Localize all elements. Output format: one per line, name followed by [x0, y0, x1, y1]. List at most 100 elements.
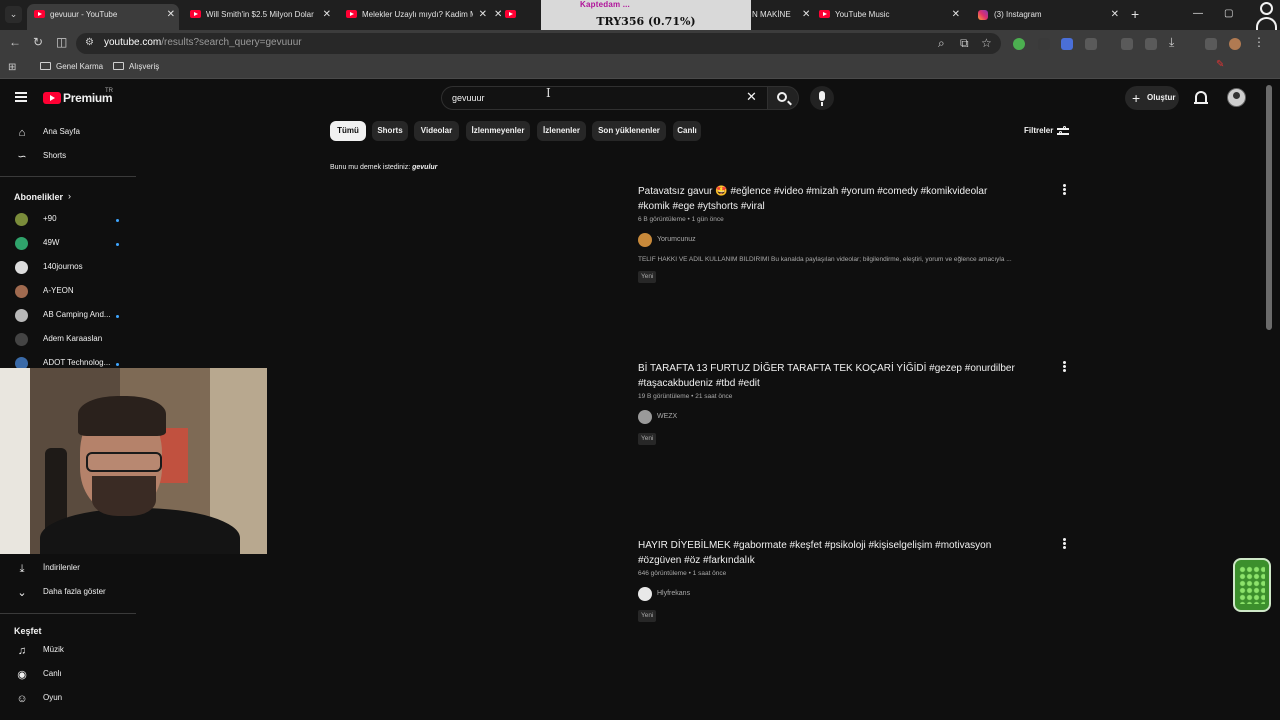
tab-title: gevuuur - YouTube	[50, 10, 118, 19]
tab-close-icon[interactable]: ✕	[494, 4, 502, 26]
bookmark-folder-genel-karma[interactable]: Genel Karma	[40, 62, 103, 71]
guide-menu-icon[interactable]	[15, 92, 27, 102]
sidebar-item-music[interactable]: ♫ Müzik	[0, 640, 136, 662]
translate-extension-icon[interactable]	[1061, 38, 1073, 50]
channel-name: Adem Karaaslan	[43, 334, 103, 343]
sidebar-item-live[interactable]: ◉ Canlı	[0, 664, 136, 686]
address-bar[interactable]: ⚙ youtube.com/results?search_query=gevuu…	[76, 33, 1001, 54]
filter-chip[interactable]: Videolar	[414, 121, 459, 141]
translate-icon[interactable]	[1145, 38, 1157, 50]
media-control-icon[interactable]	[1121, 38, 1133, 50]
browser-menu-icon[interactable]: ⋮	[1253, 35, 1265, 49]
sidebar-subscription-item[interactable]: AB Camping And...	[0, 305, 136, 327]
tab-title-fragment[interactable]: N MAKİNE	[752, 4, 791, 26]
filter-chip[interactable]: İzlenmeyenler	[466, 121, 530, 141]
filter-chip[interactable]: Son yüklenenler	[592, 121, 666, 141]
video-title-continued[interactable]: #komik #ege #ytshorts #viral	[638, 199, 1038, 214]
filters-button[interactable]: Filtreler	[1024, 126, 1053, 135]
youtube-favicon-icon	[346, 10, 357, 18]
scrollbar-thumb[interactable]	[1266, 85, 1272, 330]
tab-groups-icon[interactable]	[1205, 38, 1217, 50]
sidebar-item-label: Oyun	[43, 693, 63, 702]
browser-tab[interactable]: Will Smith'in $2.5 Milyon Dolar ✕	[183, 4, 335, 26]
search-input[interactable]	[452, 91, 732, 105]
extensions-puzzle-icon[interactable]	[1085, 38, 1097, 50]
minimize-window-icon[interactable]: —	[1193, 8, 1203, 19]
tab-title: Will Smith'in $2.5 Milyon Dolar	[206, 10, 314, 19]
filter-chip[interactable]: Canlı	[673, 121, 701, 141]
channel-name[interactable]: Yorumcunuz	[657, 236, 696, 243]
search-button[interactable]	[767, 86, 799, 110]
sidebar-subscription-item[interactable]: +90	[0, 209, 136, 231]
browser-tab[interactable]: YouTube Music ✕	[812, 4, 964, 26]
browser-tab[interactable]: Melekler Uzaylı mıydı? Kadim M ✕	[339, 4, 491, 26]
extension-green-icon[interactable]	[1013, 38, 1025, 50]
pen-icon[interactable]: ✎	[1216, 59, 1224, 70]
more-actions-icon[interactable]	[1061, 361, 1067, 375]
browser-tab[interactable]: (3) Instagram ✕	[971, 4, 1123, 26]
clear-search-icon[interactable]: ✕	[746, 90, 757, 104]
channel-avatar[interactable]	[638, 233, 652, 247]
sidebar-item-home[interactable]: ⌂ Ana Sayfa	[0, 122, 136, 144]
channel-avatar[interactable]	[638, 410, 652, 424]
reload-icon[interactable]: ↻	[33, 35, 43, 49]
explore-heading: Keşfet	[14, 626, 42, 636]
url-text[interactable]: youtube.com/results?search_query=gevuuur	[104, 37, 302, 48]
sidebar-item-shorts[interactable]: ∽ Shorts	[0, 146, 136, 168]
channel-name[interactable]: WEZX	[657, 413, 677, 420]
youtube-logo-icon[interactable]	[43, 92, 61, 104]
profile-avatar-icon[interactable]	[1229, 38, 1241, 50]
side-panel-icon[interactable]: ◫	[56, 35, 67, 49]
more-actions-icon[interactable]	[1061, 538, 1067, 552]
create-button[interactable]: + Oluştur	[1125, 86, 1179, 110]
back-icon[interactable]: ←	[9, 35, 21, 49]
video-title-continued[interactable]: #taşacakbudeniz #tbd #edit	[638, 376, 1038, 391]
video-title[interactable]: Patavatsız gavur 🤩 #eğlence #video #miza…	[638, 184, 1038, 199]
sidebar-item-downloads[interactable]: ⤓ İndirilenler	[0, 558, 136, 580]
tab-close-icon[interactable]: ✕	[323, 4, 331, 26]
install-app-icon[interactable]: ⧉	[960, 36, 969, 50]
apps-grid-icon[interactable]: ⊞	[8, 62, 16, 73]
channel-name[interactable]: Hlyfrekans	[657, 590, 690, 597]
tab-close-icon[interactable]: ✕	[952, 4, 960, 26]
voice-search-button[interactable]	[810, 86, 834, 110]
zoom-icon[interactable]: ⌕	[938, 36, 945, 50]
new-tab-button[interactable]: +	[1131, 7, 1139, 21]
sidebar-subscription-item[interactable]: 49W	[0, 233, 136, 255]
sidebar-subscription-item[interactable]: Adem Karaaslan	[0, 329, 136, 351]
sidebar-show-more[interactable]: ⌄ Daha fazla göster	[0, 582, 136, 604]
maximize-window-icon[interactable]: ▢	[1224, 8, 1233, 19]
filters-sliders-icon[interactable]	[1057, 126, 1069, 136]
account-avatar[interactable]	[1227, 88, 1246, 107]
notifications-bell-icon[interactable]	[1194, 91, 1208, 104]
filter-chip[interactable]: Tümü	[330, 121, 366, 141]
extension-icon[interactable]	[1038, 38, 1050, 50]
video-title-continued[interactable]: #özgüven #öz #farkındalık	[638, 553, 1038, 568]
browser-tab[interactable]: gevuuur - YouTube ✕	[27, 4, 179, 30]
chevron-right-icon[interactable]: ›	[68, 191, 71, 201]
channel-avatar[interactable]	[638, 587, 652, 601]
video-title[interactable]: Bİ TARAFTA 13 FURTUZ DİĞER TARAFTA TEK K…	[638, 361, 1038, 376]
filter-chip[interactable]: İzlenenler	[537, 121, 586, 141]
video-title[interactable]: HAYIR DİYEBİLMEK #gabormate #keşfet #psi…	[638, 538, 1038, 553]
site-info-icon[interactable]: ⚙	[85, 37, 94, 48]
search-box[interactable]	[441, 86, 767, 110]
tab-close-icon[interactable]: ✕	[1111, 4, 1119, 26]
sidebar-subscription-item[interactable]: A-YEON	[0, 281, 136, 303]
tab-search-dropdown-icon[interactable]: ⌄	[5, 6, 22, 23]
bookmark-star-icon[interactable]: ☆	[981, 36, 992, 50]
tab-title: (3) Instagram	[994, 10, 1042, 19]
tab-close-icon[interactable]: ✕	[167, 4, 175, 26]
bookmark-folder-alisveris[interactable]: Alışveriş	[113, 62, 159, 71]
more-actions-icon[interactable]	[1061, 184, 1067, 198]
sidebar-item-gaming[interactable]: ☺ Oyun	[0, 688, 136, 710]
browser-tab[interactable]: Musa	[498, 4, 538, 26]
did-you-mean-suggestion-link[interactable]: gevulur	[412, 164, 437, 171]
sidebar-subscription-item[interactable]: 140journos	[0, 257, 136, 279]
tab-close-icon[interactable]: ✕	[802, 4, 810, 26]
gaming-icon: ☺	[16, 693, 28, 705]
tab-close-icon[interactable]: ✕	[479, 4, 487, 26]
filter-chip[interactable]: Shorts	[372, 121, 408, 141]
subscriptions-heading[interactable]: Abonelikler	[14, 192, 63, 202]
download-icon[interactable]: ⤓	[1169, 35, 1174, 49]
